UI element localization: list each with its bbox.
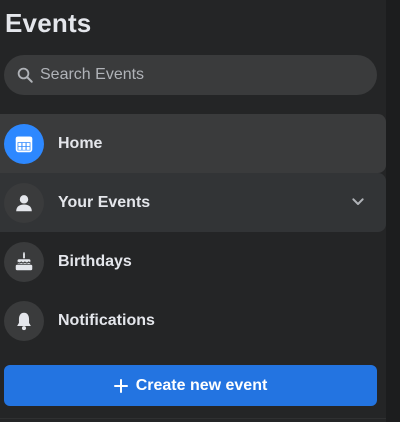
- search-icon: [17, 67, 33, 83]
- divider: [0, 418, 386, 419]
- nav-label-birthdays: Birthdays: [58, 252, 132, 270]
- events-sidebar: Events Home: [0, 0, 400, 422]
- nav-item-notifications[interactable]: Notifications: [0, 291, 386, 350]
- nav-label-home: Home: [58, 134, 103, 152]
- nav-label-notifications: Notifications: [58, 311, 155, 329]
- calendar-icon-wrap: [4, 123, 44, 164]
- person-icon: [16, 194, 32, 211]
- person-icon-wrap: [4, 182, 44, 223]
- search-bar[interactable]: [4, 55, 377, 95]
- events-nav: Home Your Events Birthdays Notifications: [0, 114, 386, 350]
- chevron-down-icon[interactable]: [350, 194, 366, 210]
- cake-icon: [15, 251, 33, 270]
- page-title: Events: [5, 8, 92, 38]
- cake-icon-wrap: [4, 241, 44, 282]
- nav-item-birthdays[interactable]: Birthdays: [0, 232, 386, 291]
- bell-icon: [17, 312, 31, 330]
- search-input[interactable]: [40, 66, 360, 84]
- create-new-event-button[interactable]: Create new event: [4, 365, 377, 406]
- nav-label-your-events: Your Events: [58, 193, 151, 211]
- calendar-icon: [15, 136, 33, 152]
- scroll-gutter: [386, 0, 400, 422]
- bell-icon-wrap: [4, 300, 44, 341]
- nav-item-your-events[interactable]: Your Events: [0, 173, 386, 232]
- create-new-event-label: Create new event: [135, 376, 268, 394]
- nav-item-home[interactable]: Home: [0, 114, 386, 173]
- plus-icon: [113, 378, 128, 393]
